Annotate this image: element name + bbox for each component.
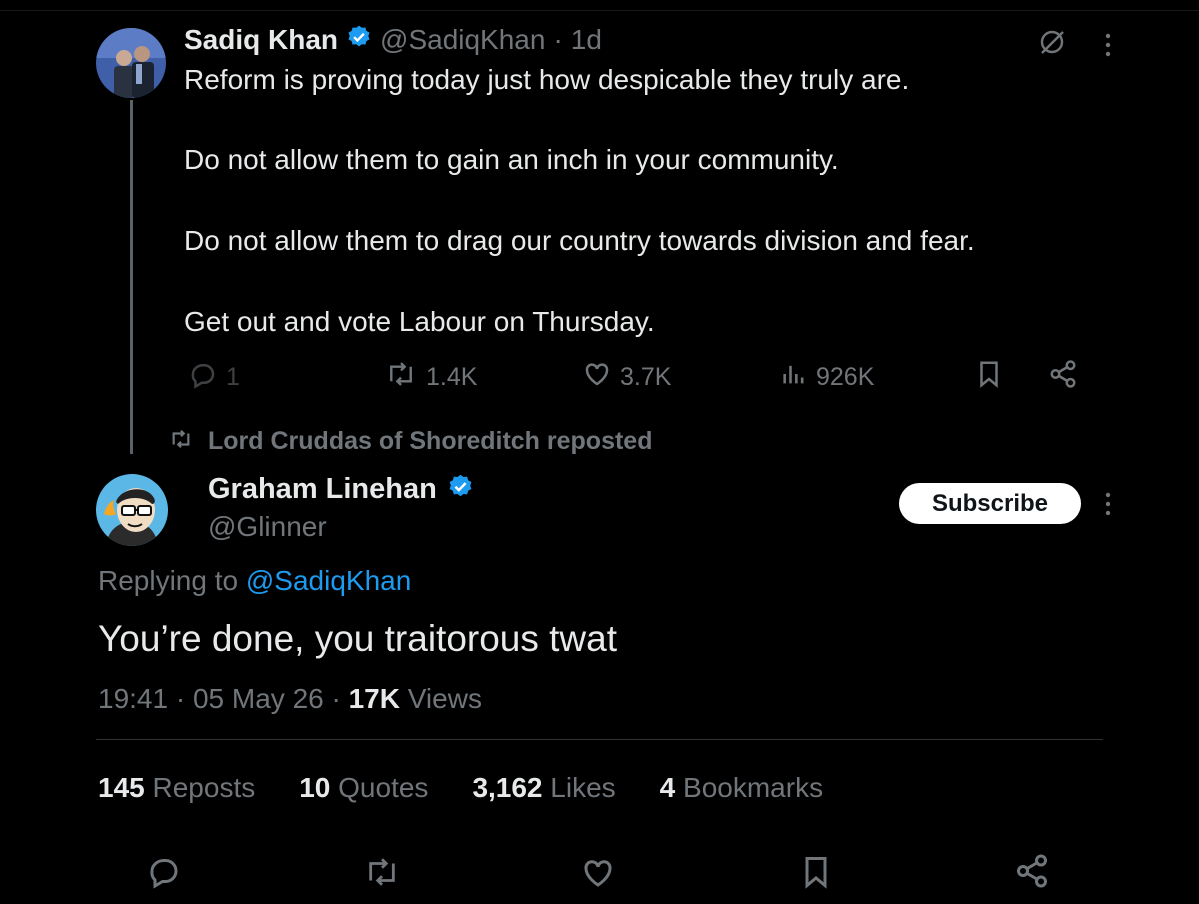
stats-divider-top xyxy=(96,739,1103,740)
stat-bookmarks-number: 4 xyxy=(659,772,676,803)
replying-to-link[interactable]: @SadiqKhan xyxy=(246,565,411,596)
stat-reposts-number: 145 xyxy=(98,772,145,803)
first-tweet-author-name[interactable]: Sadiq Khan xyxy=(184,24,338,56)
bottom-reply-icon[interactable] xyxy=(146,853,182,889)
reply-action[interactable]: 1 xyxy=(188,362,240,392)
sadiq-khan-avatar[interactable] xyxy=(96,28,166,98)
stat-quotes-label: Quotes xyxy=(338,772,429,803)
main-tweet-author-name[interactable]: Graham Linehan xyxy=(208,473,437,506)
main-tweet-handle[interactable]: @Glinner xyxy=(208,508,474,546)
bottom-bookmark-icon[interactable] xyxy=(798,854,834,890)
stat-likes[interactable]: 3,162 Likes xyxy=(472,768,615,808)
verified-badge-icon xyxy=(346,24,372,57)
meta-separator: · xyxy=(331,683,341,714)
like-icon xyxy=(582,359,612,396)
top-divider xyxy=(0,10,1199,11)
graham-linehan-avatar[interactable] xyxy=(96,474,168,546)
replying-to-line: Replying to @SadiqKhan xyxy=(98,562,411,600)
repost-notice-icon xyxy=(168,428,194,455)
first-tweet-paragraph-2: Do not allow them to gain an inch in you… xyxy=(184,144,839,175)
repost-count: 1.4K xyxy=(426,362,478,391)
first-tweet-handle[interactable]: @SadiqKhan xyxy=(380,24,545,56)
meta-separator: · xyxy=(175,683,186,714)
first-tweet-separator: · xyxy=(553,24,563,55)
stat-reposts-label: Reposts xyxy=(152,772,256,803)
first-tweet-more-icon[interactable] xyxy=(1098,30,1118,60)
main-tweet-views-label: Views xyxy=(407,683,482,714)
engagement-stats: 145 Reposts 10 Quotes 3,162 Likes 4 Book… xyxy=(98,768,823,808)
main-tweet-date[interactable]: 05 May 26 xyxy=(193,683,324,714)
bottom-repost-icon[interactable] xyxy=(362,855,402,889)
first-tweet-time[interactable]: 1d xyxy=(571,24,602,56)
repost-notice-text[interactable]: Lord Cruddas of Shoreditch reposted xyxy=(208,427,652,456)
first-tweet-paragraph-1: Reform is proving today just how despica… xyxy=(184,64,910,95)
share-icon xyxy=(1048,359,1078,396)
views-count: 926K xyxy=(816,362,875,391)
stat-reposts[interactable]: 145 Reposts xyxy=(98,768,255,808)
reply-icon xyxy=(188,359,218,396)
like-action[interactable]: 3.7K xyxy=(582,362,671,392)
repost-action[interactable]: 1.4K xyxy=(384,361,478,392)
replying-to-prefix: Replying to xyxy=(98,565,239,596)
bottom-like-icon[interactable] xyxy=(580,855,616,891)
bookmark-action[interactable] xyxy=(974,361,1004,392)
first-tweet-paragraph-3: Do not allow them to drag our country to… xyxy=(184,225,975,256)
stat-bookmarks[interactable]: 4 Bookmarks xyxy=(660,768,823,808)
thread-connector-line xyxy=(130,100,133,454)
grok-icon[interactable] xyxy=(1036,26,1068,58)
stat-bookmarks-label: Bookmarks xyxy=(683,772,824,803)
views-action[interactable]: 926K xyxy=(780,362,874,392)
main-tweet-views-count: 17K xyxy=(348,683,400,714)
repost-icon xyxy=(384,359,418,396)
first-tweet-header: Sadiq Khan @SadiqKhan · 1d xyxy=(184,22,602,58)
verified-badge-icon xyxy=(447,473,474,505)
subscribe-button[interactable]: Subscribe xyxy=(899,483,1081,524)
bottom-share-icon[interactable] xyxy=(1014,853,1050,889)
reply-count: 1 xyxy=(226,362,240,391)
stat-likes-number: 3,162 xyxy=(472,772,543,803)
share-action[interactable] xyxy=(1048,359,1078,392)
main-tweet-more-icon[interactable] xyxy=(1098,489,1118,519)
stat-quotes-number: 10 xyxy=(299,772,331,803)
views-icon xyxy=(780,360,808,395)
main-tweet-meta: 19:41 · 05 May 26 · 17K Views xyxy=(98,680,482,718)
first-tweet-paragraph-4: Get out and vote Labour on Thursday. xyxy=(184,306,655,337)
repost-notice: Lord Cruddas of Shoreditch reposted xyxy=(168,424,652,458)
main-tweet-author: Graham Linehan @Glinner xyxy=(208,470,474,546)
main-tweet-text: You’re done, you traitorous twat xyxy=(98,618,618,659)
bookmark-icon xyxy=(974,359,1004,396)
like-count: 3.7K xyxy=(620,362,672,391)
stat-quotes[interactable]: 10 Quotes xyxy=(299,768,428,808)
main-tweet-time[interactable]: 19:41 xyxy=(98,683,168,714)
stat-likes-label: Likes xyxy=(550,772,616,803)
